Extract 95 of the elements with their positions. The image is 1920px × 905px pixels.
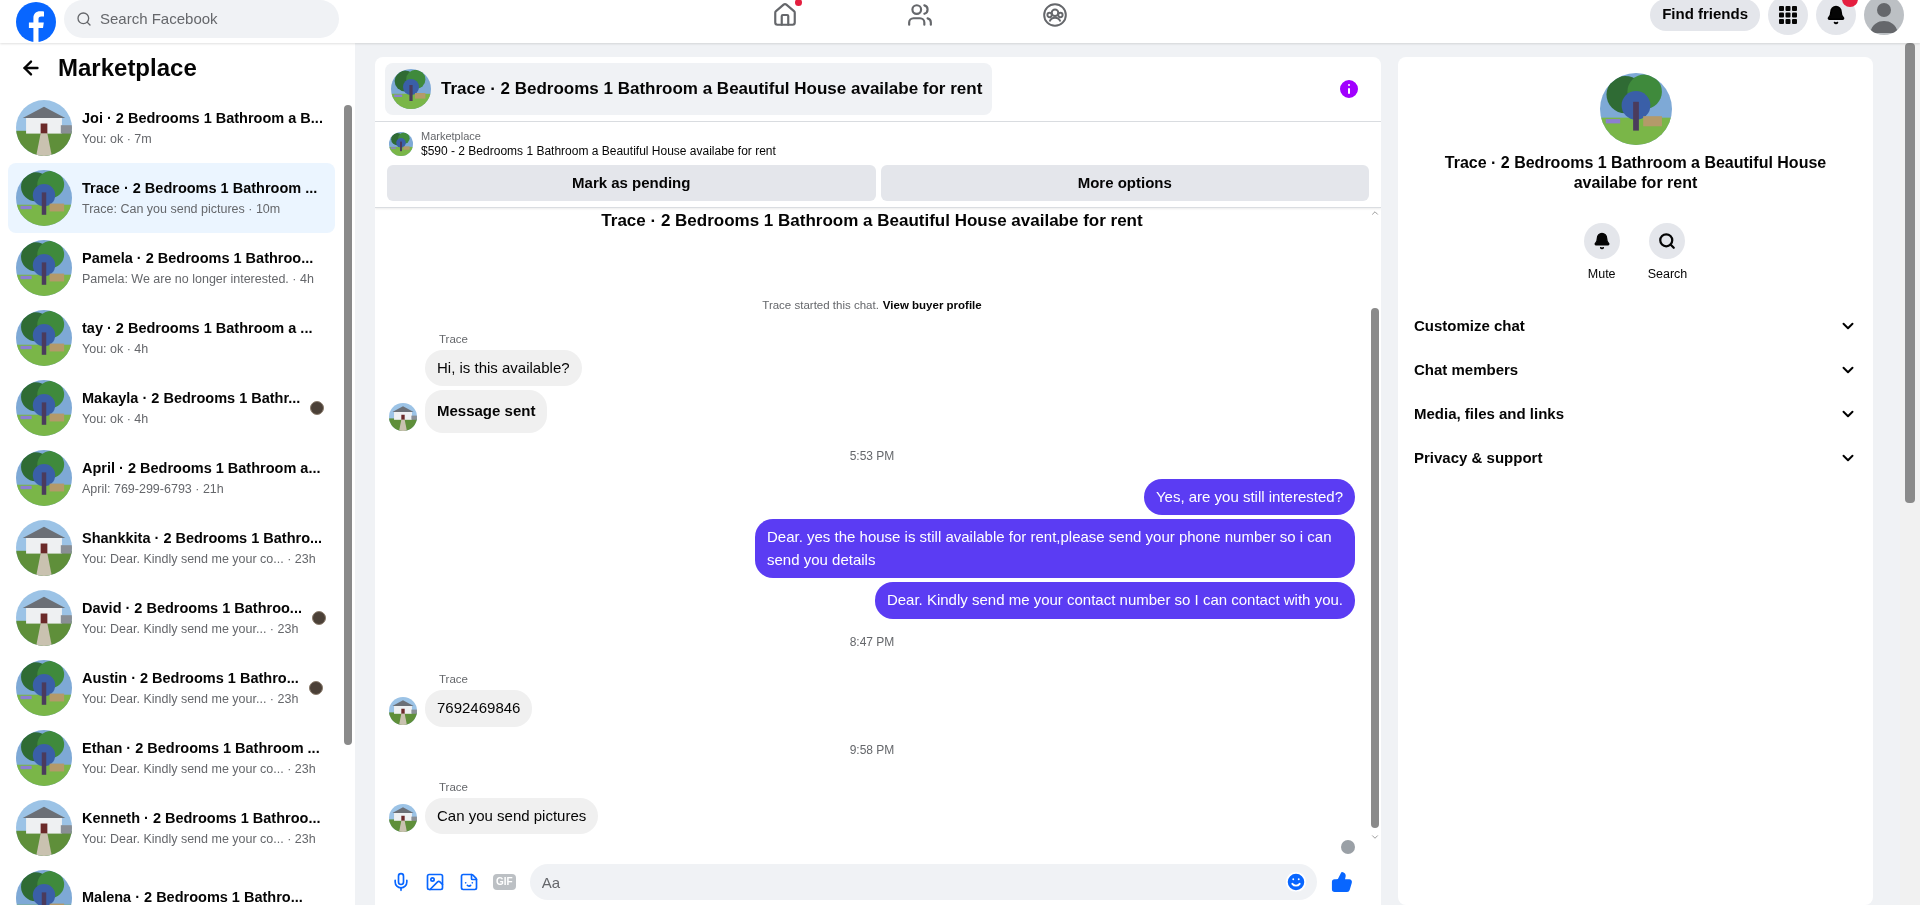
chat-title: Trace · 2 Bedrooms 1 Bathroom a Beautiful House availabe for rent — [441, 78, 983, 101]
chat-intro-title: Trace · 2 Bedrooms 1 Bathroom a Beautiful House availabe for rent — [601, 209, 1143, 232]
message-bubble: Yes, are you still interested? — [1143, 478, 1355, 516]
conversation-item[interactable]: April · 2 Bedrooms 1 Bathroom a... April: 769-299-6793 · 21h — [8, 443, 335, 513]
conversation-title: April · 2 Bedrooms 1 Bathroom a... — [82, 458, 321, 478]
conversation-preview: April: 769-299-6793 · 21h — [82, 480, 225, 498]
profile-button[interactable] — [1864, 0, 1904, 35]
conversation-preview: You: Dear. Kindly send me your... · 23h — [82, 690, 299, 708]
listing-summary: $590 - 2 Bedrooms 1 Bathroom a Beautiful House availabe for rent — [421, 143, 776, 159]
like-icon[interactable] — [1331, 871, 1353, 893]
grid-icon — [1779, 5, 1797, 24]
details-action-button[interactable] — [1583, 223, 1620, 259]
emoji-icon[interactable] — [1285, 871, 1307, 893]
details-section[interactable]: Chat members — [1406, 347, 1865, 392]
details-section[interactable]: Customize chat — [1406, 303, 1865, 348]
conversation-item[interactable]: Makayla · 2 Bedrooms 1 Bathr... You: ok · 4h — [8, 373, 335, 443]
sender-name: Trace — [439, 671, 469, 687]
conversation-preview: You: Dear. Kindly send me your co... · 23h — [82, 550, 317, 568]
message-bubble: Can you send pictures — [425, 797, 599, 835]
conversation-preview: You: ok · 7m — [82, 130, 153, 148]
section-label: Media, files and links — [1414, 403, 1565, 424]
sender-name: Trace — [439, 779, 469, 795]
scrollbar[interactable] — [1371, 307, 1379, 828]
listing-action-button[interactable]: Mark as pending — [387, 164, 876, 201]
conversation-title: Makayla · 2 Bedrooms 1 Bathr... — [82, 388, 301, 408]
conversation-preview: You: Dear. Kindly send me your co... · 23h — [82, 830, 317, 848]
listing-source: Marketplace — [421, 130, 482, 144]
info-icon[interactable] — [1337, 77, 1361, 101]
conversation-preview: Trace: Can you send pictures · 10m — [82, 200, 282, 218]
action-label: Search — [1647, 266, 1688, 283]
timestamp: 5:53 PM — [849, 447, 895, 465]
bell-icon — [1826, 4, 1846, 25]
find-friends-button[interactable]: Find friends — [1650, 0, 1760, 31]
section-label: Privacy & support — [1414, 447, 1543, 468]
conversation-preview: Pamela: We are no longer interested. · 4h — [82, 270, 314, 288]
chat-title-button[interactable]: Trace · 2 Bedrooms 1 Bathroom a Beautiful House availabe for rent — [385, 63, 993, 115]
section-label: Customize chat — [1414, 315, 1525, 336]
message-bubble: Dear. Kindly send me your contact number so I can contact with you. — [874, 582, 1355, 619]
chat-started-text: Trace started this chat. — [762, 298, 879, 314]
sidebar-title: Marketplace — [58, 53, 197, 83]
groups-icon[interactable] — [1041, 1, 1068, 28]
details-section[interactable]: Privacy & support — [1406, 435, 1865, 480]
search-icon — [1658, 232, 1677, 250]
details-action-button[interactable] — [1649, 223, 1686, 259]
conversation-item[interactable]: tay · 2 Bedrooms 1 Bathroom a ... You: ok · 4h — [8, 303, 335, 373]
sender-name: Trace — [439, 331, 469, 347]
conversation-preview: You: ok · 4h — [82, 410, 150, 428]
friends-icon[interactable] — [906, 1, 933, 28]
conversation-title: tay · 2 Bedrooms 1 Bathroom a ... — [82, 318, 313, 338]
timestamp: 8:47 PM — [849, 633, 895, 651]
conversation-item[interactable]: Austin · 2 Bedrooms 1 Bathro... You: Dear. Kindly send me your... · 23h — [8, 653, 335, 723]
details-section[interactable]: Media, files and links — [1406, 391, 1865, 436]
conversation-item[interactable]: Joi · 2 Bedrooms 1 Bathroom a B... You: ok · 7m — [8, 93, 335, 163]
conversation-title: Kenneth · 2 Bedrooms 1 Bathroo... — [82, 808, 321, 828]
conversation-title: David · 2 Bedrooms 1 Bathroo... — [82, 598, 302, 618]
message-bubble: Hi, is this available? — [425, 349, 582, 387]
conversation-preview: You: Dear. Kindly send me your... · 23h — [82, 620, 300, 638]
action-label: Mute — [1587, 266, 1616, 283]
message-bubble: 7692469846 — [425, 690, 533, 727]
scrollbar[interactable] — [1905, 43, 1915, 503]
photo-icon[interactable] — [425, 872, 445, 892]
scrollbar[interactable] — [344, 105, 352, 745]
view-buyer-profile-link[interactable]: View buyer profile — [882, 297, 982, 315]
timestamp: 9:58 PM — [849, 741, 895, 759]
conversation-title: Trace · 2 Bedrooms 1 Bathroom ... — [82, 178, 318, 198]
conversation-preview: You: ok · 4h — [82, 340, 150, 358]
conversation-item[interactable]: Trace · 2 Bedrooms 1 Bathroom ... Trace: Can you send pictures · 10m — [8, 163, 335, 233]
message-input[interactable]: Aa — [529, 864, 1317, 900]
conversation-title: Joi · 2 Bedrooms 1 Bathroom a B... — [82, 108, 323, 128]
logo-icon[interactable] — [16, 1, 56, 42]
sticker-icon[interactable] — [459, 872, 479, 892]
home-icon[interactable] — [771, 1, 798, 28]
conversation-title: Pamela · 2 Bedrooms 1 Bathroo... — [82, 248, 314, 268]
microphone-icon[interactable] — [391, 872, 411, 892]
conversation-preview: You: Dear. Kindly send me your co... · 23h — [82, 760, 317, 778]
notifications-button[interactable] — [1816, 0, 1856, 35]
conversation-title: Ethan · 2 Bedrooms 1 Bathroom ... — [82, 738, 320, 758]
conversation-title: Shankkita · 2 Bedrooms 1 Bathro... — [82, 528, 323, 548]
conversation-item[interactable]: Pamela · 2 Bedrooms 1 Bathroo... Pamela: We are no longer interested. · 4h — [8, 233, 335, 303]
bell-icon — [1592, 232, 1611, 250]
conversation-item[interactable]: Malena · 2 Bedrooms 1 Bathro... — [8, 863, 335, 905]
menu-button[interactable] — [1768, 0, 1808, 35]
search-icon — [76, 10, 92, 27]
details-title: Trace · 2 Bedrooms 1 Bathroom a Beautiful House availabe for rent — [1443, 153, 1828, 193]
conversation-item[interactable]: Ethan · 2 Bedrooms 1 Bathroom ... You: Dear. Kindly send me your co... · 23h — [8, 723, 335, 793]
conversation-item[interactable]: Kenneth · 2 Bedrooms 1 Bathroo... You: Dear. Kindly send me your co... · 23h — [8, 793, 335, 863]
message-bubble: Dear. yes the house is still available for rent,please send your phone number so i can send you details — [755, 519, 1355, 579]
conversation-item[interactable]: David · 2 Bedrooms 1 Bathroo... You: Dear. Kindly send me your... · 23h — [8, 583, 335, 653]
conversation-title: Malena · 2 Bedrooms 1 Bathro... — [82, 888, 303, 905]
listing-action-button[interactable]: More options — [880, 164, 1369, 201]
message-bubble: Message sent — [425, 390, 548, 433]
section-label: Chat members — [1414, 359, 1519, 380]
conversation-title: Austin · 2 Bedrooms 1 Bathro... — [82, 668, 299, 688]
conversation-item[interactable]: Shankkita · 2 Bedrooms 1 Bathro... You: Dear. Kindly send me your co... · 23h — [8, 513, 335, 583]
search-field[interactable]: Search Facebook — [64, 0, 339, 38]
